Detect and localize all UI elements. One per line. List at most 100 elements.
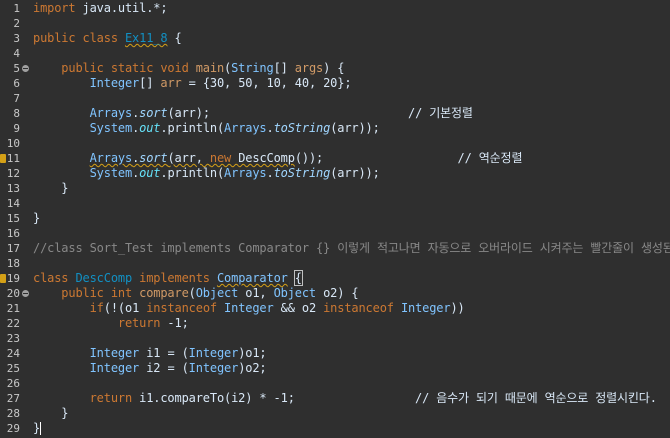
code-text: } — [33, 211, 40, 226]
code-line[interactable]: 6 Integer[] arr = {30, 50, 10, 40, 20}; — [0, 76, 670, 91]
line-number: 9 — [13, 122, 20, 135]
code-token: i1 = ( — [139, 346, 189, 360]
code-line[interactable]: 25 Integer i2 = (Integer)o2; — [0, 361, 670, 376]
code-token: Arrays — [89, 151, 133, 165]
code-text: } — [33, 421, 42, 436]
code-line[interactable]: 15} — [0, 211, 670, 226]
code-line[interactable]: 9 System.out.println(Arrays.toString(arr… — [0, 121, 670, 136]
line-number: 7 — [13, 92, 20, 105]
line-number: 4 — [13, 47, 20, 60]
code-line[interactable]: 26 — [0, 376, 670, 391]
code-line[interactable]: 10 — [0, 136, 670, 151]
text-cursor — [40, 422, 42, 435]
code-token: Integer — [89, 346, 140, 360]
code-text: Arrays.sort(arr, new DescComp()); // 역순정… — [33, 151, 523, 166]
code-line[interactable]: 1 import java.util.*; — [0, 1, 670, 16]
code-line[interactable]: 3 public class Ex11_8 { — [0, 31, 670, 46]
code-editor[interactable]: 1 import java.util.*; 2 3 public class Ex11_… — [0, 0, 670, 438]
code-token: sort — [139, 106, 168, 120]
code-line[interactable]: 23 — [0, 331, 670, 346]
line-number: 27 — [6, 392, 20, 405]
code-token: )) — [450, 301, 465, 315]
code-text: public static void main(String[] args) { — [33, 61, 344, 76]
code-token: (arr); // 기본정렬 — [167, 106, 473, 120]
code-token: ( — [188, 286, 196, 300]
code-line[interactable]: 8 Arrays.sort(arr); // 기본정렬 — [0, 106, 670, 121]
code-token: (arr)); — [330, 166, 380, 180]
line-number: 20 — [6, 287, 20, 300]
code-token: . — [266, 121, 274, 135]
code-line[interactable]: 12 System.out.println(Arrays.toString(ar… — [0, 166, 670, 181]
line-number: 2 — [13, 17, 20, 30]
code-token: if — [89, 301, 104, 315]
code-token: = {30, 50, 10, 40, 20}; — [181, 76, 352, 90]
code-token: Arrays — [89, 106, 133, 120]
code-line[interactable]: 7 — [0, 91, 670, 106]
code-line[interactable]: 29} — [0, 421, 670, 436]
code-token: toString — [273, 121, 331, 135]
code-token: out — [139, 166, 161, 180]
code-token: .println( — [160, 121, 225, 135]
code-text: Integer[] arr = {30, 50, 10, 40, 20}; — [33, 76, 352, 91]
line-number: 10 — [6, 137, 20, 150]
code-token: //class Sort_Test implements Comparator … — [33, 241, 670, 255]
code-text: } — [33, 181, 68, 196]
code-token: Ex11_8 — [124, 31, 168, 45]
code-token: Integer — [188, 361, 239, 375]
code-token: && o2 — [273, 301, 324, 315]
code-text: Arrays.sort(arr); // 기본정렬 — [33, 106, 473, 121]
fold-toggle-icon[interactable] — [22, 65, 29, 72]
code-line[interactable]: 16 — [0, 226, 670, 241]
code-line[interactable]: 21 if(!(o1 instanceof Integer && o2 inst… — [0, 301, 670, 316]
code-text: System.out.println(Arrays.toString(arr))… — [33, 121, 380, 136]
code-line[interactable]: 13 } — [0, 181, 670, 196]
code-token: Arrays — [224, 166, 267, 180]
code-token: out — [139, 121, 161, 135]
line-number: 11 — [6, 152, 20, 165]
code-token: sort — [139, 151, 168, 165]
code-text: return -1; — [33, 316, 189, 331]
code-line[interactable]: 19 class DescComp implements Comparator { — [0, 270, 670, 286]
code-token: java.util.*; — [75, 1, 168, 15]
code-token: Comparator — [216, 271, 288, 285]
line-number: 18 — [6, 257, 20, 270]
line-number: 19 — [6, 272, 20, 285]
fold-toggle-icon[interactable] — [22, 290, 29, 297]
code-token: o2) { — [316, 286, 359, 300]
code-line[interactable]: 24 Integer i1 = (Integer)o1; — [0, 346, 670, 361]
code-token: public class — [33, 31, 125, 45]
code-line[interactable]: 4 — [0, 46, 670, 61]
code-line[interactable]: 27 return i1.compareTo(i2) * -1; // 음수가 … — [0, 391, 670, 406]
code-line[interactable]: 20 public int compare(Object o1, Object … — [0, 286, 670, 301]
code-token: } — [33, 211, 41, 225]
code-token: { — [293, 270, 303, 286]
line-number: 28 — [6, 407, 20, 420]
code-line[interactable]: 11 Arrays.sort(arr, new DescComp()); // … — [0, 151, 670, 166]
code-token: .println( — [160, 166, 225, 180]
code-token: Integer — [224, 301, 274, 315]
code-line[interactable]: 18 — [0, 256, 670, 271]
code-token: return — [117, 316, 161, 330]
code-line[interactable]: 22 return -1; — [0, 316, 670, 331]
code-line[interactable]: 17 //class Sort_Test implements Comparato… — [0, 241, 670, 256]
code-line[interactable]: 2 — [0, 16, 670, 31]
line-number: 13 — [6, 182, 20, 195]
code-line[interactable]: 14 — [0, 196, 670, 211]
code-text: public class Ex11_8 { — [33, 31, 182, 46]
line-number: 12 — [6, 167, 20, 180]
code-token: (!(o1 — [103, 301, 147, 315]
code-line[interactable]: 28 } — [0, 406, 670, 421]
code-token: Integer — [188, 346, 239, 360]
code-text: public int compare(Object o1, Object o2)… — [33, 286, 358, 301]
code-token: class — [33, 271, 76, 285]
line-number: 29 — [6, 422, 20, 435]
code-line[interactable]: 5 public static void main(String[] args)… — [0, 61, 670, 76]
code-token: o1, — [238, 286, 274, 300]
